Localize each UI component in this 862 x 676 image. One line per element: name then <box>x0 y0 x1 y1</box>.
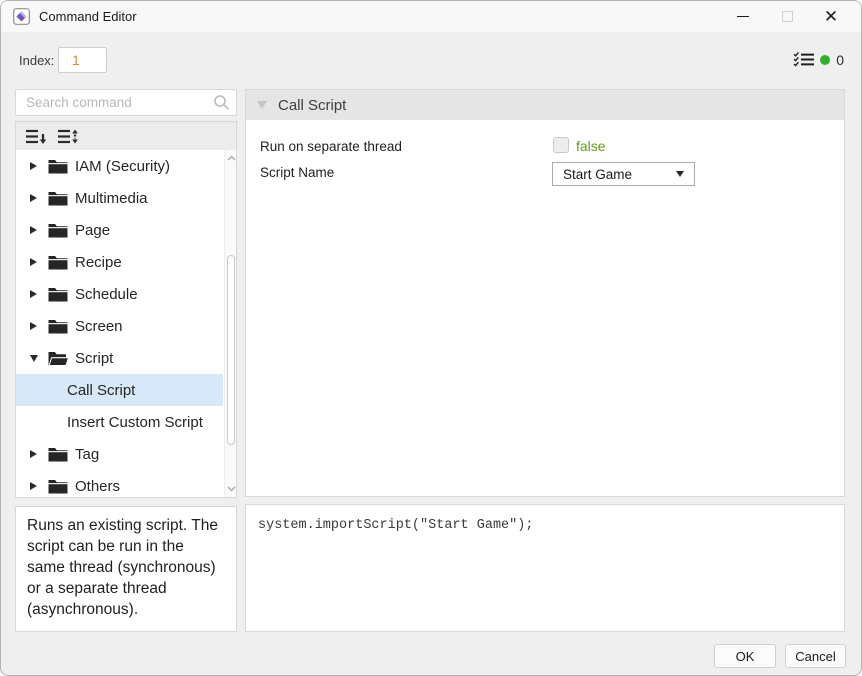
tree-label: Multimedia <box>75 189 148 207</box>
folder-icon <box>48 447 74 462</box>
field-row-run-on-separate-thread: Run on separate thread false <box>260 134 830 158</box>
tree-folder-script[interactable]: Script <box>16 342 223 374</box>
checklist-icon[interactable] <box>793 51 815 68</box>
titlebar: Command Editor ✕ <box>1 1 861 32</box>
folder-icon <box>48 255 74 270</box>
checkbox-value-text: false <box>576 138 606 154</box>
status-dot-icon <box>820 54 831 65</box>
chevron-right-icon[interactable] <box>30 194 48 202</box>
field-label-script-name: Script Name <box>260 165 335 180</box>
run-on-separate-thread-checkbox[interactable] <box>553 137 569 153</box>
cancel-button[interactable]: Cancel <box>785 644 846 668</box>
chevron-right-icon[interactable] <box>30 482 48 490</box>
search-input[interactable] <box>15 89 237 116</box>
folder-icon <box>48 191 74 206</box>
code-text: system.importScript("Start Game"); <box>258 518 534 533</box>
folder-icon <box>48 479 74 494</box>
tree-item-insert-custom-script[interactable]: Insert Custom Script <box>16 406 223 438</box>
maximize-button[interactable] <box>765 1 809 32</box>
field-row-script-name: Script Name Start Game <box>260 160 830 186</box>
search-box <box>15 89 237 116</box>
collapse-section-icon[interactable] <box>257 101 267 109</box>
error-count: 0 <box>836 51 844 68</box>
tree-item-call-script[interactable]: Call Script <box>16 374 223 406</box>
tree-folder-tag[interactable]: Tag <box>16 438 223 470</box>
chevron-right-icon[interactable] <box>30 162 48 170</box>
tree-folder-multimedia[interactable]: Multimedia <box>16 182 223 214</box>
editor-panel: Call Script Run on separate thread false… <box>245 89 845 497</box>
chevron-right-icon[interactable] <box>30 226 48 234</box>
chevron-right-icon[interactable] <box>30 258 48 266</box>
tree-folder-schedule[interactable]: Schedule <box>16 278 223 310</box>
tree-toolbar <box>15 121 237 151</box>
folder-icon <box>48 319 74 334</box>
scroll-up-icon[interactable] <box>225 152 236 164</box>
scrollbar-thumb[interactable] <box>226 255 235 445</box>
tree-label: Script <box>75 349 114 367</box>
index-input[interactable] <box>58 47 107 73</box>
minimize-icon <box>737 16 749 17</box>
tree-folder-recipe[interactable]: Recipe <box>16 246 223 278</box>
field-label-run-on-separate-thread: Run on separate thread <box>260 139 402 154</box>
ok-button[interactable]: OK <box>714 644 776 668</box>
tree-folder-iam-security[interactable]: IAM (Security) <box>16 150 223 182</box>
close-button[interactable]: ✕ <box>809 1 853 32</box>
open-folder-icon <box>48 351 74 366</box>
chevron-down-icon <box>676 171 684 177</box>
tree-label: Others <box>75 477 121 495</box>
tree-folder-page[interactable]: Page <box>16 214 223 246</box>
folder-icon <box>48 287 74 302</box>
minimize-button[interactable] <box>721 1 765 32</box>
close-icon: ✕ <box>823 7 839 26</box>
app-icon <box>13 8 30 25</box>
tree-folder-others[interactable]: Others <box>16 470 223 497</box>
index-label: Index: <box>19 53 55 68</box>
scroll-down-icon[interactable] <box>225 483 236 495</box>
window-title: Command Editor <box>39 9 137 24</box>
tree-scrollbar[interactable] <box>224 150 236 497</box>
command-description: Runs an existing script. The script can … <box>15 506 237 632</box>
script-name-dropdown[interactable]: Start Game <box>552 162 695 186</box>
folder-icon <box>48 159 74 174</box>
tree-label: Screen <box>75 317 123 335</box>
tree-label: IAM (Security) <box>75 157 171 175</box>
status-area: 0 <box>793 51 844 68</box>
dropdown-selected-value: Start Game <box>563 166 633 182</box>
section-title: Call Script <box>278 96 347 114</box>
tree-label: Page <box>75 221 111 239</box>
tree-label: Insert Custom Script <box>67 413 203 431</box>
folder-icon <box>48 223 74 238</box>
chevron-right-icon[interactable] <box>30 450 48 458</box>
tree-label: Schedule <box>75 285 138 303</box>
maximize-icon <box>781 11 793 22</box>
collapse-all-icon[interactable] <box>25 127 47 146</box>
code-preview-panel: system.importScript("Start Game"); <box>245 504 845 632</box>
command-editor-window: Command Editor ✕ Index: 1 0 Search comma… <box>0 0 862 676</box>
section-header[interactable]: Call Script <box>246 90 844 120</box>
search-icon <box>213 94 230 116</box>
chevron-right-icon[interactable] <box>30 290 48 298</box>
window-controls: ✕ <box>721 1 853 32</box>
tree-folder-screen[interactable]: Screen <box>16 310 223 342</box>
chevron-right-icon[interactable] <box>30 322 48 330</box>
chevron-down-icon[interactable] <box>30 355 48 362</box>
tree-label: Recipe <box>75 253 122 271</box>
tree-label: Tag <box>75 445 100 463</box>
tree-label: Call Script <box>67 381 136 399</box>
command-tree: IAM (Security) Multimedia Page Recipe Schedu… <box>15 150 237 498</box>
expand-all-icon[interactable] <box>57 127 79 146</box>
